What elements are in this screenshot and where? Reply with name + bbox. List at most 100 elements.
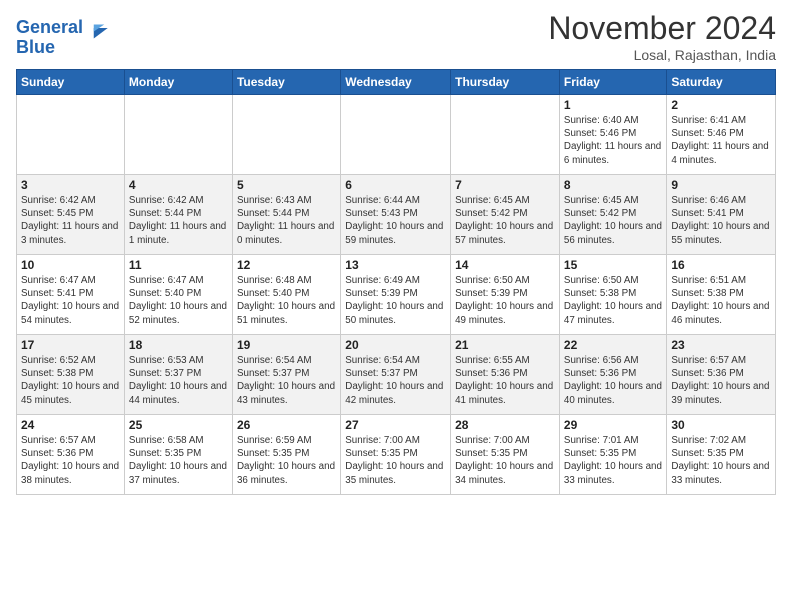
calendar-cell xyxy=(124,95,232,175)
calendar-table: SundayMondayTuesdayWednesdayThursdayFrid… xyxy=(16,69,776,495)
calendar-cell xyxy=(17,95,125,175)
day-number: 24 xyxy=(21,418,120,432)
calendar-cell: 2 Sunrise: 6:41 AM Sunset: 5:46 PM Daylig… xyxy=(667,95,776,175)
day-info: Sunrise: 7:00 AM Sunset: 5:35 PM Dayligh… xyxy=(345,434,446,487)
calendar-cell: 20Sunrise: 6:54 AM Sunset: 5:37 PM Dayli… xyxy=(341,335,451,415)
calendar-cell: 26 Sunrise: 6:59 AM Sunset: 5:35 PM Dayli… xyxy=(232,415,340,495)
calendar-cell: 11Sunrise: 6:47 AM Sunset: 5:40 PM Dayli… xyxy=(124,255,232,335)
page: General Blue November 2024 Losal, Rajast… xyxy=(0,0,792,612)
logo-text: General xyxy=(16,18,83,38)
calendar-cell: 7 Sunrise: 6:45 AM Sunset: 5:42 PM Daylig… xyxy=(451,175,560,255)
day-number: 10 xyxy=(21,258,120,272)
day-number: 30 xyxy=(671,418,771,432)
day-info: Sunrise: 6:45 AM Sunset: 5:42 PM Dayligh… xyxy=(564,194,662,247)
calendar-cell: 3Sunrise: 6:42 AM Sunset: 5:45 PM Daylig… xyxy=(17,175,125,255)
week-row-4: 24Sunrise: 6:57 AM Sunset: 5:36 PM Dayli… xyxy=(17,415,776,495)
day-info: Sunrise: 6:53 AM Sunset: 5:37 PM Dayligh… xyxy=(129,354,228,407)
calendar-cell: 30 Sunrise: 7:02 AM Sunset: 5:35 PM Dayli… xyxy=(667,415,776,495)
day-info: Sunrise: 6:55 AM Sunset: 5:36 PM Dayligh… xyxy=(455,354,555,407)
day-number: 7 xyxy=(455,178,555,192)
header-row: SundayMondayTuesdayWednesdayThursdayFrid… xyxy=(17,70,776,95)
day-info: Sunrise: 6:54 AM Sunset: 5:37 PM Dayligh… xyxy=(345,354,446,407)
calendar-cell: 6 Sunrise: 6:44 AM Sunset: 5:43 PM Daylig… xyxy=(341,175,451,255)
calendar-cell xyxy=(451,95,560,175)
day-number: 9 xyxy=(671,178,771,192)
day-number: 5 xyxy=(237,178,336,192)
day-of-week-sunday: Sunday xyxy=(17,70,125,95)
location: Losal, Rajasthan, India xyxy=(548,47,776,63)
calendar-cell: 16 Sunrise: 6:51 AM Sunset: 5:38 PM Dayli… xyxy=(667,255,776,335)
calendar-cell: 8 Sunrise: 6:45 AM Sunset: 5:42 PM Daylig… xyxy=(559,175,666,255)
day-number: 14 xyxy=(455,258,555,272)
day-info: Sunrise: 6:52 AM Sunset: 5:38 PM Dayligh… xyxy=(21,354,120,407)
day-number: 29 xyxy=(564,418,662,432)
day-info: Sunrise: 6:57 AM Sunset: 5:36 PM Dayligh… xyxy=(671,354,771,407)
day-info: Sunrise: 6:45 AM Sunset: 5:42 PM Dayligh… xyxy=(455,194,555,247)
week-row-2: 10 Sunrise: 6:47 AM Sunset: 5:41 PM Dayli… xyxy=(17,255,776,335)
calendar-cell: 10 Sunrise: 6:47 AM Sunset: 5:41 PM Dayli… xyxy=(17,255,125,335)
calendar-cell: 28 Sunrise: 7:00 AM Sunset: 5:35 PM Dayli… xyxy=(451,415,560,495)
day-of-week-friday: Friday xyxy=(559,70,666,95)
day-number: 13 xyxy=(345,258,446,272)
day-number: 8 xyxy=(564,178,662,192)
day-of-week-wednesday: Wednesday xyxy=(341,70,451,95)
day-info: Sunrise: 6:48 AM Sunset: 5:40 PM Dayligh… xyxy=(237,274,336,327)
day-info: Sunrise: 6:54 AM Sunset: 5:37 PM Dayligh… xyxy=(237,354,336,407)
calendar-cell: 4Sunrise: 6:42 AM Sunset: 5:44 PM Daylig… xyxy=(124,175,232,255)
day-number: 16 xyxy=(671,258,771,272)
day-info: Sunrise: 6:44 AM Sunset: 5:43 PM Dayligh… xyxy=(345,194,446,247)
calendar-cell: 13 Sunrise: 6:49 AM Sunset: 5:39 PM Dayli… xyxy=(341,255,451,335)
logo-line1: General xyxy=(16,17,83,37)
day-number: 3 xyxy=(21,178,120,192)
title-block: November 2024 Losal, Rajasthan, India xyxy=(548,10,776,63)
day-info: Sunrise: 6:47 AM Sunset: 5:40 PM Dayligh… xyxy=(129,274,228,327)
day-number: 19 xyxy=(237,338,336,352)
day-info: Sunrise: 6:56 AM Sunset: 5:36 PM Dayligh… xyxy=(564,354,662,407)
day-number: 12 xyxy=(237,258,336,272)
day-number: 1 xyxy=(564,98,662,112)
day-info: Sunrise: 6:47 AM Sunset: 5:41 PM Dayligh… xyxy=(21,274,120,327)
calendar-cell: 21Sunrise: 6:55 AM Sunset: 5:36 PM Dayli… xyxy=(451,335,560,415)
day-number: 26 xyxy=(237,418,336,432)
day-number: 27 xyxy=(345,418,446,432)
calendar-cell: 5Sunrise: 6:43 AM Sunset: 5:44 PM Daylig… xyxy=(232,175,340,255)
day-number: 22 xyxy=(564,338,662,352)
day-number: 18 xyxy=(129,338,228,352)
day-info: Sunrise: 6:59 AM Sunset: 5:35 PM Dayligh… xyxy=(237,434,336,487)
day-info: Sunrise: 7:02 AM Sunset: 5:35 PM Dayligh… xyxy=(671,434,771,487)
day-number: 17 xyxy=(21,338,120,352)
calendar-cell: 29 Sunrise: 7:01 AM Sunset: 5:35 PM Dayli… xyxy=(559,415,666,495)
calendar-cell: 18 Sunrise: 6:53 AM Sunset: 5:37 PM Dayli… xyxy=(124,335,232,415)
day-number: 25 xyxy=(129,418,228,432)
day-info: Sunrise: 6:46 AM Sunset: 5:41 PM Dayligh… xyxy=(671,194,771,247)
logo-icon xyxy=(85,14,113,42)
calendar-cell: 25Sunrise: 6:58 AM Sunset: 5:35 PM Dayli… xyxy=(124,415,232,495)
month-title: November 2024 xyxy=(548,10,776,47)
day-info: Sunrise: 6:49 AM Sunset: 5:39 PM Dayligh… xyxy=(345,274,446,327)
day-of-week-monday: Monday xyxy=(124,70,232,95)
day-number: 6 xyxy=(345,178,446,192)
day-info: Sunrise: 7:00 AM Sunset: 5:35 PM Dayligh… xyxy=(455,434,555,487)
calendar-cell: 14 Sunrise: 6:50 AM Sunset: 5:39 PM Dayli… xyxy=(451,255,560,335)
logo: General Blue xyxy=(16,14,113,58)
calendar-body: 1Sunrise: 6:40 AM Sunset: 5:46 PM Daylig… xyxy=(17,95,776,495)
day-info: Sunrise: 6:50 AM Sunset: 5:38 PM Dayligh… xyxy=(564,274,662,327)
day-number: 28 xyxy=(455,418,555,432)
calendar-cell: 12 Sunrise: 6:48 AM Sunset: 5:40 PM Dayli… xyxy=(232,255,340,335)
day-number: 15 xyxy=(564,258,662,272)
day-number: 23 xyxy=(671,338,771,352)
week-row-3: 17 Sunrise: 6:52 AM Sunset: 5:38 PM Dayli… xyxy=(17,335,776,415)
day-of-week-tuesday: Tuesday xyxy=(232,70,340,95)
calendar-cell: 17 Sunrise: 6:52 AM Sunset: 5:38 PM Dayli… xyxy=(17,335,125,415)
day-info: Sunrise: 6:51 AM Sunset: 5:38 PM Dayligh… xyxy=(671,274,771,327)
day-number: 4 xyxy=(129,178,228,192)
day-info: Sunrise: 6:41 AM Sunset: 5:46 PM Dayligh… xyxy=(671,114,771,167)
day-info: Sunrise: 7:01 AM Sunset: 5:35 PM Dayligh… xyxy=(564,434,662,487)
week-row-0: 1Sunrise: 6:40 AM Sunset: 5:46 PM Daylig… xyxy=(17,95,776,175)
header: General Blue November 2024 Losal, Rajast… xyxy=(16,10,776,63)
calendar-cell: 27 Sunrise: 7:00 AM Sunset: 5:35 PM Dayli… xyxy=(341,415,451,495)
calendar-cell: 22 Sunrise: 6:56 AM Sunset: 5:36 PM Dayli… xyxy=(559,335,666,415)
day-number: 2 xyxy=(671,98,771,112)
calendar-cell: 24Sunrise: 6:57 AM Sunset: 5:36 PM Dayli… xyxy=(17,415,125,495)
day-info: Sunrise: 6:50 AM Sunset: 5:39 PM Dayligh… xyxy=(455,274,555,327)
